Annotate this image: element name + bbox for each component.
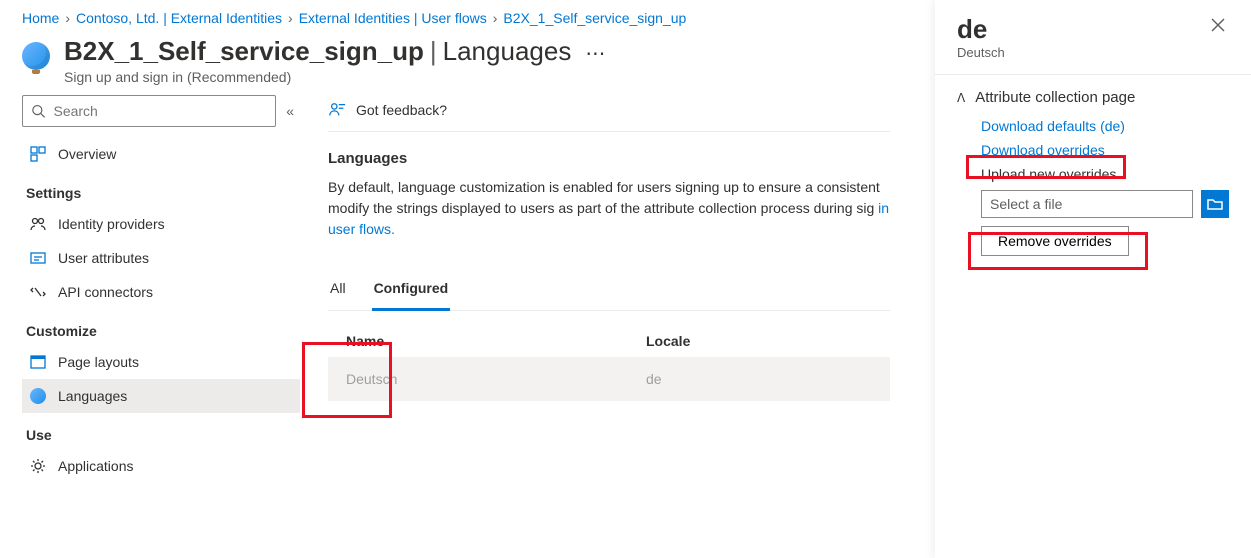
chevron-right-icon: ›	[65, 10, 70, 26]
search-icon	[31, 103, 45, 119]
tab-all[interactable]: All	[328, 270, 348, 310]
page-section-title: Languages	[443, 36, 572, 67]
collapse-sidebar-button[interactable]: «	[286, 103, 294, 119]
sidebar-item-applications[interactable]: Applications	[22, 449, 300, 483]
folder-icon	[1207, 196, 1223, 212]
panel-section-toggle[interactable]: ᐱ Attribute collection page	[957, 89, 1229, 106]
more-actions-button[interactable]: ⋯	[577, 41, 613, 66]
search-field[interactable]	[53, 103, 267, 119]
title-separator: |	[430, 36, 437, 67]
close-icon	[1211, 18, 1225, 32]
sidebar-item-label: User attributes	[58, 250, 149, 266]
feedback-button[interactable]: Got feedback?	[328, 101, 890, 132]
cell-locale: de	[646, 371, 662, 387]
sidebar-item-label: Identity providers	[58, 216, 165, 232]
file-select-input[interactable]: Select a file	[981, 190, 1193, 218]
sidebar-item-label: Page layouts	[58, 354, 139, 370]
sidebar-item-page-layouts[interactable]: Page layouts	[22, 345, 300, 379]
tabs: All Configured	[328, 260, 890, 311]
breadcrumb-user-flows[interactable]: External Identities | User flows	[299, 10, 487, 26]
globe-icon	[30, 388, 46, 404]
sidebar-item-label: Overview	[58, 146, 116, 162]
browse-file-button[interactable]	[1201, 190, 1229, 218]
search-input[interactable]	[22, 95, 276, 127]
sidebar: « Overview Settings Identity providers U…	[0, 95, 300, 483]
sidebar-item-api-connectors[interactable]: API connectors	[22, 275, 300, 309]
panel-title: de	[957, 14, 1005, 45]
sidebar-item-languages[interactable]: Languages	[22, 379, 300, 413]
panel-section-label: Attribute collection page	[975, 89, 1135, 106]
sidebar-item-identity-providers[interactable]: Identity providers	[22, 207, 300, 241]
cell-name: Deutsch	[346, 371, 646, 387]
sidebar-item-label: API connectors	[58, 284, 153, 300]
remove-overrides-button[interactable]: Remove overrides	[981, 226, 1129, 256]
breadcrumb-current[interactable]: B2X_1_Self_service_sign_up	[503, 10, 686, 26]
chevron-right-icon: ›	[493, 10, 498, 26]
gear-icon	[30, 458, 46, 474]
breadcrumb-home[interactable]: Home	[22, 10, 59, 26]
sidebar-item-label: Applications	[58, 458, 134, 474]
table-header: Name Locale	[328, 325, 890, 357]
download-defaults-link[interactable]: Download defaults (de)	[981, 118, 1229, 134]
card-icon	[30, 250, 46, 266]
chevron-up-icon: ᐱ	[957, 91, 965, 105]
column-name: Name	[346, 333, 646, 349]
divider	[935, 74, 1251, 75]
section-heading: Languages	[328, 150, 890, 167]
upload-overrides-label: Upload new overrides	[981, 166, 1229, 182]
sidebar-section-use: Use	[22, 413, 300, 449]
tab-configured[interactable]: Configured	[372, 270, 451, 311]
column-locale: Locale	[646, 333, 690, 349]
main-content: Got feedback? Languages By default, lang…	[300, 95, 890, 483]
layout-icon	[30, 354, 46, 370]
connectors-icon	[30, 284, 46, 300]
globe-icon	[22, 42, 50, 70]
panel-subtitle: Deutsch	[957, 45, 1005, 60]
description-text: By default, language customization is en…	[328, 179, 880, 216]
section-description: By default, language customization is en…	[328, 177, 890, 240]
table-row[interactable]: Deutsch de	[328, 357, 890, 401]
breadcrumb-contoso[interactable]: Contoso, Ltd. | External Identities	[76, 10, 282, 26]
details-panel: de Deutsch ᐱ Attribute collection page D…	[935, 0, 1251, 558]
chevron-right-icon: ›	[288, 10, 293, 26]
feedback-icon	[328, 101, 346, 119]
people-icon	[30, 216, 46, 232]
sidebar-item-user-attributes[interactable]: User attributes	[22, 241, 300, 275]
feedback-label: Got feedback?	[356, 102, 447, 118]
sidebar-item-label: Languages	[58, 388, 127, 404]
sidebar-item-overview[interactable]: Overview	[22, 137, 300, 171]
sidebar-section-customize: Customize	[22, 309, 300, 345]
download-overrides-link[interactable]: Download overrides	[981, 142, 1229, 158]
sidebar-section-settings: Settings	[22, 171, 300, 207]
close-button[interactable]	[1207, 14, 1229, 41]
page-title: B2X_1_Self_service_sign_up	[64, 36, 424, 67]
dashboard-icon	[30, 146, 46, 162]
